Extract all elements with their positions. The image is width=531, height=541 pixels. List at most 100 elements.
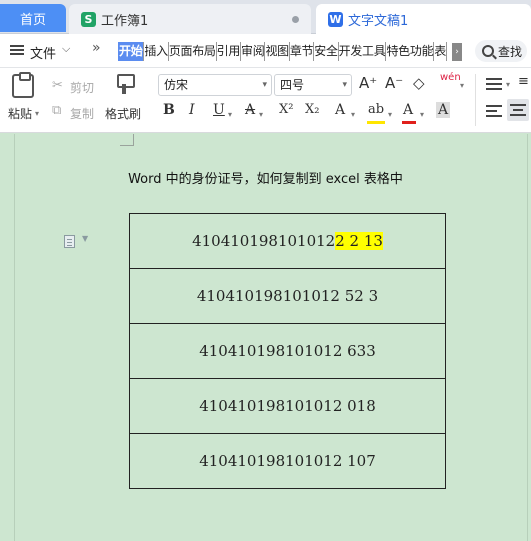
chevron-down-icon: ▾ bbox=[342, 80, 347, 90]
bullet-dropdown-icon[interactable]: ▾ bbox=[506, 80, 510, 89]
scissors-icon: ✂ bbox=[52, 78, 63, 93]
ribbon-tab[interactable]: 章节 bbox=[290, 42, 315, 61]
tab-home-label: 首页 bbox=[19, 12, 46, 28]
tab-workbook[interactable]: S 工作簿1 bbox=[69, 4, 311, 34]
hamburger-menu-icon[interactable] bbox=[10, 43, 24, 57]
copy-button[interactable]: 复制 bbox=[70, 105, 94, 122]
format-painter-button[interactable]: 格式刷 bbox=[105, 105, 141, 122]
paragraph-layout-dropdown-icon[interactable]: ▼ bbox=[82, 234, 88, 243]
ribbon-tab[interactable]: 引用 bbox=[217, 42, 242, 61]
home-ribbon: 粘贴 ▾ ✂ 剪切 ⧉ 复制 格式刷 仿宋 ▾ 四号 ▾ A⁺ A⁻ ◇ wén… bbox=[0, 68, 531, 133]
subscript-button[interactable]: X₂ bbox=[305, 102, 319, 117]
search-box[interactable]: 查找 bbox=[475, 40, 527, 62]
bold-button[interactable]: B bbox=[163, 102, 175, 118]
table-row: 410410198101012 107 bbox=[129, 433, 446, 489]
paste-icon[interactable] bbox=[12, 72, 34, 98]
text-effect-dropdown-icon[interactable]: ▾ bbox=[351, 110, 355, 119]
ribbon-tab[interactable]: 视图 bbox=[265, 42, 290, 61]
text-effect-button[interactable]: A bbox=[335, 102, 345, 118]
id-number-cell[interactable]: 4104101981010122 2 13 bbox=[129, 213, 446, 269]
id-number-text: 410410198101012 107 bbox=[199, 452, 376, 470]
page-left-edge bbox=[14, 134, 15, 541]
id-number-cell[interactable]: 410410198101012 633 bbox=[129, 323, 446, 379]
table-row: 410410198101012 018 bbox=[129, 378, 446, 434]
id-number-text: 410410198101012 52 3 bbox=[196, 287, 379, 305]
bullet-list-icon[interactable] bbox=[486, 78, 502, 90]
search-icon bbox=[482, 45, 494, 57]
highlight-button[interactable]: ab bbox=[368, 102, 384, 117]
title-tab-bar: 首页 S 工作簿1 W 文字文稿1 bbox=[0, 0, 531, 34]
ribbon-tab[interactable]: 插入 bbox=[144, 42, 169, 61]
ribbon-tab-list: 开始 插入 页面布局 引用 审阅 视图 章节 安全 开发工具 特色功能表 bbox=[118, 42, 447, 62]
ribbon-tab[interactable]: 安全 bbox=[314, 42, 339, 61]
grow-font-button[interactable]: A⁺ bbox=[359, 74, 377, 92]
font-color-swatch bbox=[402, 121, 416, 124]
format-painter-icon[interactable] bbox=[113, 74, 135, 94]
strikethrough-dropdown-icon[interactable]: ▾ bbox=[259, 110, 263, 119]
document-heading[interactable]: Word 中的身份证号，如何复制到 excel 表格中 bbox=[0, 168, 531, 187]
clear-format-icon[interactable]: ◇ bbox=[413, 74, 425, 92]
tab-document-label: 文字文稿1 bbox=[348, 13, 409, 29]
table-row: 4104101981010122 2 13 bbox=[129, 213, 446, 269]
id-number-cell[interactable]: 410410198101012 107 bbox=[129, 433, 446, 489]
pinyin-guide-button[interactable]: wén bbox=[440, 72, 461, 83]
document-canvas[interactable]: Word 中的身份证号，如何复制到 excel 表格中 ▼ 4104101981… bbox=[0, 134, 531, 541]
font-size-select[interactable]: 四号 ▾ bbox=[274, 74, 352, 96]
shrink-font-button[interactable]: A⁻ bbox=[385, 74, 403, 92]
superscript-button[interactable]: X² bbox=[279, 102, 293, 117]
ribbon-tab[interactable]: 开始 bbox=[118, 42, 145, 61]
chevron-down-icon: ▾ bbox=[262, 80, 267, 90]
menu-bar: 文件 ⌵ » 开始 插入 页面布局 引用 审阅 视图 章节 安全 开发工具 特色功能表 › 查找 bbox=[0, 34, 531, 68]
font-color-button[interactable]: A bbox=[403, 102, 413, 118]
ribbon-divider bbox=[475, 74, 476, 126]
id-number-table[interactable]: 4104101981010122 2 13 410410198101012 52 … bbox=[129, 213, 446, 489]
spreadsheet-app-icon: S bbox=[81, 11, 96, 27]
id-number-text: 410410198101012 633 bbox=[199, 342, 376, 360]
writer-app-icon: W bbox=[328, 11, 343, 27]
char-shading-button[interactable]: A bbox=[436, 102, 451, 118]
tab-home[interactable]: 首页 bbox=[0, 4, 66, 32]
strikethrough-button[interactable]: A bbox=[245, 102, 255, 118]
id-number-cell[interactable]: 410410198101012 018 bbox=[129, 378, 446, 434]
tabs-scroll-right-icon[interactable]: › bbox=[452, 43, 462, 61]
paste-button[interactable]: 粘贴 bbox=[8, 105, 32, 122]
ribbon-tab[interactable]: 特色功能 bbox=[386, 42, 435, 61]
search-label: 查找 bbox=[498, 44, 523, 59]
highlight-dropdown-icon[interactable]: ▾ bbox=[388, 110, 392, 119]
font-color-dropdown-icon[interactable]: ▾ bbox=[420, 110, 424, 119]
tab-document[interactable]: W 文字文稿1 bbox=[316, 4, 531, 34]
font-name-value: 仿宋 bbox=[164, 78, 189, 92]
align-center-button[interactable] bbox=[507, 99, 529, 121]
italic-button[interactable]: I bbox=[189, 102, 195, 118]
numbered-list-icon[interactable]: ≡ bbox=[518, 74, 529, 89]
ribbon-tab[interactable]: 审阅 bbox=[241, 42, 266, 61]
table-row: 410410198101012 633 bbox=[129, 323, 446, 379]
ribbon-tab[interactable]: 页面布局 bbox=[169, 42, 217, 61]
id-number-text: 410410198101012 018 bbox=[199, 397, 376, 415]
page-right-edge bbox=[527, 134, 528, 541]
align-left-icon[interactable] bbox=[486, 105, 502, 117]
file-menu[interactable]: 文件 bbox=[30, 43, 56, 62]
unsaved-dot-icon[interactable] bbox=[292, 16, 299, 23]
chevron-down-icon[interactable]: ⌵ bbox=[62, 42, 70, 56]
align-center-icon bbox=[510, 104, 526, 116]
tab-workbook-label: 工作簿1 bbox=[101, 13, 149, 29]
copy-icon: ⧉ bbox=[52, 103, 62, 118]
highlight-color-swatch bbox=[367, 121, 385, 124]
id-number-text: 410410198101012 bbox=[192, 232, 336, 250]
highlighted-text: 2 2 13 bbox=[335, 232, 383, 250]
paragraph-layout-icon[interactable] bbox=[64, 235, 75, 248]
underline-dropdown-icon[interactable]: ▾ bbox=[228, 110, 232, 119]
underline-button[interactable]: U bbox=[213, 102, 225, 118]
font-size-value: 四号 bbox=[280, 78, 305, 92]
ribbon-tab[interactable]: 开发工具 bbox=[339, 42, 387, 61]
ribbon-tab[interactable]: 表 bbox=[434, 42, 447, 61]
pinyin-dropdown-icon[interactable]: ▾ bbox=[460, 81, 464, 90]
more-menus-icon[interactable]: » bbox=[92, 40, 101, 56]
margin-corner-marker bbox=[120, 134, 134, 146]
font-name-select[interactable]: 仿宋 ▾ bbox=[158, 74, 272, 96]
id-number-cell[interactable]: 410410198101012 52 3 bbox=[129, 268, 446, 324]
paste-dropdown-icon[interactable]: ▾ bbox=[35, 109, 39, 118]
table-row: 410410198101012 52 3 bbox=[129, 268, 446, 324]
cut-button[interactable]: 剪切 bbox=[70, 79, 94, 96]
